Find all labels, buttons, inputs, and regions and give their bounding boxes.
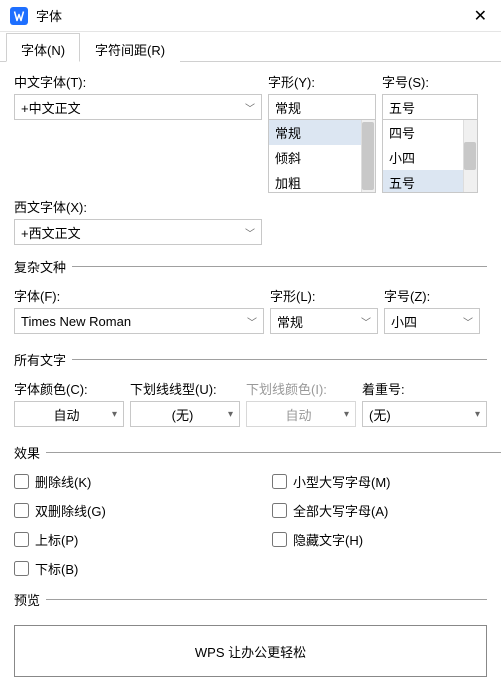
emphasis-value: (无) bbox=[369, 405, 391, 424]
all-text-legend: 所有文字 bbox=[14, 350, 72, 369]
dialog-content: 中文字体(T): ﹀ 字形(Y): 常规 倾斜 加粗 字号(S): 四号 小四 … bbox=[0, 62, 501, 693]
all-text-group: 所有文字 字体颜色(C): 自动 ▾ 下划线线型(U): (无) ▾ 下划线颜色… bbox=[14, 350, 487, 431]
underline-value: (无) bbox=[137, 405, 228, 424]
chevron-down-icon: ﹀ bbox=[361, 314, 371, 329]
checkbox-label: 双删除线(G) bbox=[35, 501, 106, 520]
double-strike-checkbox[interactable]: 双删除线(G) bbox=[14, 501, 272, 520]
complex-size-value: 小四 bbox=[391, 312, 417, 331]
chevron-down-icon: ﹀ bbox=[247, 314, 257, 329]
underline-dropdown[interactable]: (无) ▾ bbox=[130, 401, 240, 427]
effects-legend: 效果 bbox=[14, 443, 46, 462]
titlebar: 字体 ✕ bbox=[0, 0, 501, 32]
checkbox-input[interactable] bbox=[272, 532, 287, 547]
checkbox-label: 上标(P) bbox=[35, 530, 78, 549]
hidden-checkbox[interactable]: 隐藏文字(H) bbox=[272, 530, 501, 549]
style-input[interactable] bbox=[268, 94, 376, 120]
preview-group: 预览 WPS 让办公更轻松 bbox=[14, 590, 487, 677]
cn-font-label: 中文字体(T): bbox=[14, 72, 262, 91]
checkbox-input[interactable] bbox=[14, 474, 29, 489]
size-input[interactable] bbox=[382, 94, 478, 120]
west-font-label: 西文字体(X): bbox=[14, 197, 262, 216]
style-label: 字形(Y): bbox=[268, 72, 376, 91]
scrollbar[interactable] bbox=[361, 120, 375, 192]
size-listbox[interactable]: 四号 小四 五号 bbox=[382, 119, 478, 193]
small-caps-checkbox[interactable]: 小型大写字母(M) bbox=[272, 472, 501, 491]
preview-legend: 预览 bbox=[14, 590, 46, 609]
complex-script-group: 复杂文种 字体(F): Times New Roman ﹀ 字形(L): 常规 … bbox=[14, 257, 487, 338]
font-color-label: 字体颜色(C): bbox=[14, 379, 124, 398]
west-font-value: +西文正文 bbox=[21, 223, 81, 242]
style-listbox[interactable]: 常规 倾斜 加粗 bbox=[268, 119, 376, 193]
complex-style-value: 常规 bbox=[277, 312, 303, 331]
app-logo-icon bbox=[10, 7, 28, 25]
complex-legend: 复杂文种 bbox=[14, 257, 72, 276]
all-caps-checkbox[interactable]: 全部大写字母(A) bbox=[272, 501, 501, 520]
emphasis-dropdown[interactable]: (无) ▾ bbox=[362, 401, 487, 427]
superscript-checkbox[interactable]: 上标(P) bbox=[14, 530, 272, 549]
complex-style-label: 字形(L): bbox=[270, 286, 378, 305]
effects-group: 效果 删除线(K) 双删除线(G) 上标(P) 下标(B) 小型大写字母(M) … bbox=[14, 443, 501, 578]
chevron-down-icon: ▾ bbox=[344, 409, 349, 420]
list-item[interactable]: 加粗 bbox=[269, 170, 375, 193]
checkbox-label: 小型大写字母(M) bbox=[293, 472, 391, 491]
list-item[interactable]: 常规 bbox=[269, 120, 375, 145]
complex-font-label: 字体(F): bbox=[14, 286, 264, 305]
underline-color-label: 下划线颜色(I): bbox=[246, 379, 356, 398]
window-title: 字体 bbox=[36, 6, 470, 25]
strike-checkbox[interactable]: 删除线(K) bbox=[14, 472, 272, 491]
chevron-down-icon: ﹀ bbox=[463, 314, 473, 329]
chevron-down-icon: ▾ bbox=[228, 409, 233, 420]
complex-style-dropdown[interactable]: 常规 ﹀ bbox=[270, 308, 378, 334]
close-icon[interactable]: ✕ bbox=[470, 6, 491, 26]
cn-font-dropdown[interactable]: ﹀ bbox=[14, 94, 262, 120]
preview-text: WPS 让办公更轻松 bbox=[195, 642, 306, 661]
chevron-down-icon: ﹀ bbox=[245, 100, 255, 115]
tab-bar: 字体(N) 字符间距(R) bbox=[0, 32, 501, 62]
preview-box: WPS 让办公更轻松 bbox=[14, 625, 487, 677]
complex-font-dropdown[interactable]: Times New Roman ﹀ bbox=[14, 308, 264, 334]
complex-font-value: Times New Roman bbox=[21, 314, 131, 329]
checkbox-label: 全部大写字母(A) bbox=[293, 501, 388, 520]
scrollbar[interactable] bbox=[463, 120, 477, 192]
checkbox-input[interactable] bbox=[14, 561, 29, 576]
cn-font-input[interactable] bbox=[21, 96, 245, 118]
checkbox-input[interactable] bbox=[272, 474, 287, 489]
complex-size-dropdown[interactable]: 小四 ﹀ bbox=[384, 308, 480, 334]
tab-spacing[interactable]: 字符间距(R) bbox=[80, 33, 180, 62]
subscript-checkbox[interactable]: 下标(B) bbox=[14, 559, 272, 578]
chevron-down-icon: ▾ bbox=[475, 409, 480, 420]
size-label: 字号(S): bbox=[382, 72, 478, 91]
checkbox-input[interactable] bbox=[272, 503, 287, 518]
complex-size-label: 字号(Z): bbox=[384, 286, 480, 305]
emphasis-label: 着重号: bbox=[362, 379, 487, 398]
checkbox-label: 下标(B) bbox=[35, 559, 78, 578]
font-color-dropdown[interactable]: 自动 ▾ bbox=[14, 401, 124, 427]
checkbox-input[interactable] bbox=[14, 503, 29, 518]
checkbox-label: 删除线(K) bbox=[35, 472, 91, 491]
list-item[interactable]: 倾斜 bbox=[269, 145, 375, 170]
checkbox-input[interactable] bbox=[14, 532, 29, 547]
font-color-value: 自动 bbox=[21, 405, 112, 424]
underline-color-dropdown: 自动 ▾ bbox=[246, 401, 356, 427]
west-font-dropdown[interactable]: +西文正文 ﹀ bbox=[14, 219, 262, 245]
tab-font[interactable]: 字体(N) bbox=[6, 33, 80, 62]
checkbox-label: 隐藏文字(H) bbox=[293, 530, 363, 549]
chevron-down-icon: ▾ bbox=[112, 409, 117, 420]
chevron-down-icon: ﹀ bbox=[245, 225, 255, 240]
underline-color-value: 自动 bbox=[253, 405, 344, 424]
underline-label: 下划线线型(U): bbox=[130, 379, 240, 398]
